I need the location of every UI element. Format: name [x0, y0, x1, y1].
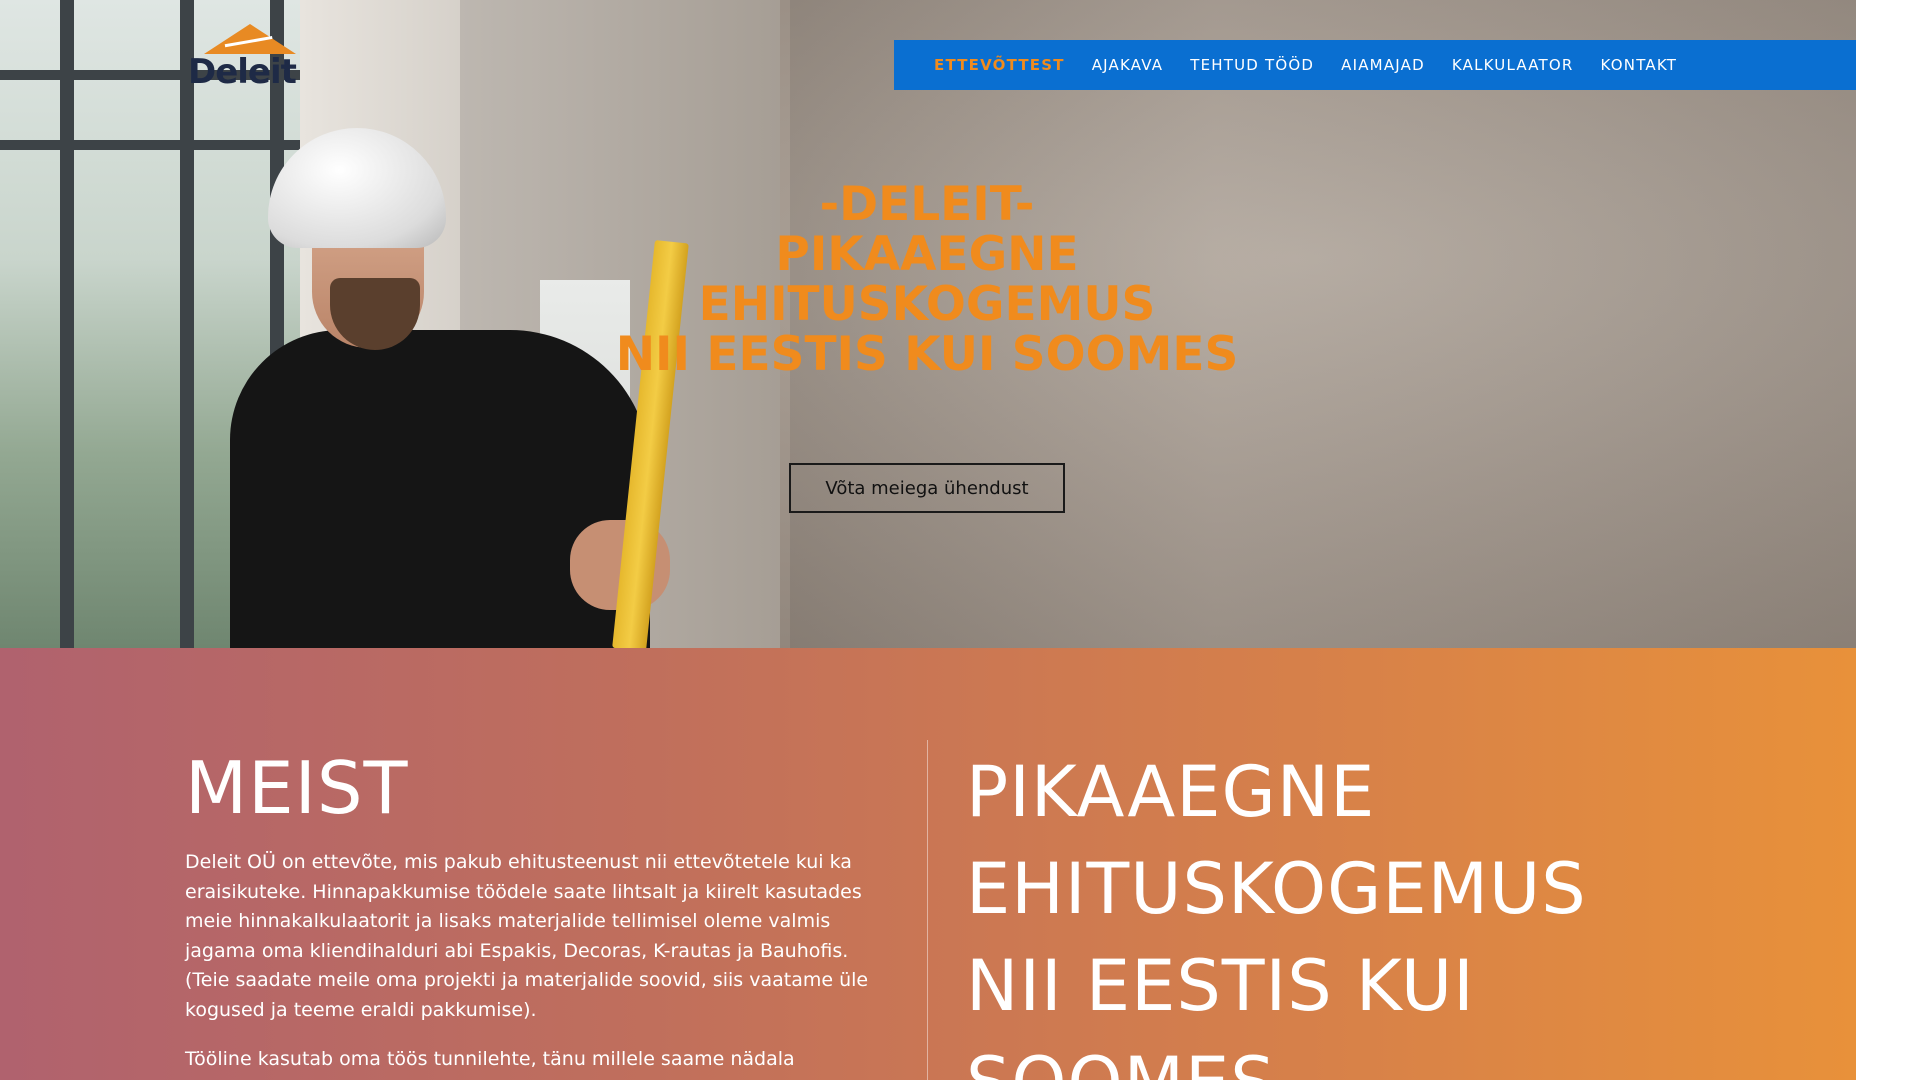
- about-tagline: PIKAAEGNE EHITUSKOGEMUS NII EESTIS KUI S…: [966, 744, 1806, 1080]
- nav-item-kontakt[interactable]: KONTAKT: [1601, 56, 1678, 74]
- section-divider: [927, 740, 928, 1080]
- about-title: MEIST: [185, 746, 409, 830]
- window-frame: [180, 0, 194, 648]
- about-text: Deleit OÜ on ettevõte, mis pakub ehitust…: [185, 848, 885, 1080]
- about-section: MEIST Deleit OÜ on ettevõte, mis pakub e…: [0, 648, 1856, 1080]
- contact-us-button[interactable]: Võta meiega ühendust: [789, 463, 1065, 513]
- nav-item-aiamajad[interactable]: AIAMAJAD: [1341, 56, 1425, 74]
- window-frame: [60, 0, 74, 648]
- hero-heading-line: PIKAAEGNE: [775, 227, 1079, 282]
- window-bar: [0, 140, 300, 150]
- hero-heading-line: NII EESTIS KUI SOOMES: [615, 327, 1239, 382]
- nav-item-ajakava[interactable]: AJAKAVA: [1092, 56, 1164, 74]
- tagline-line: EHITUSKOGEMUS: [966, 848, 1587, 930]
- nav-item-ettevottest[interactable]: ETTEVÕTTEST: [934, 56, 1065, 74]
- site-logo[interactable]: Deleit: [186, 22, 297, 94]
- hero-heading: -DELEIT- PIKAAEGNE EHITUSKOGEMUS NII EES…: [540, 180, 1314, 380]
- nav-item-kalkulaator[interactable]: KALKULAATOR: [1452, 56, 1574, 74]
- logo-wordmark: Deleit: [188, 52, 297, 92]
- page: Deleit ETTEVÕTTEST AJAKAVA TEHTUD TÖÖD A…: [0, 0, 1856, 1080]
- tagline-line: NII EESTIS KUI: [966, 945, 1475, 1027]
- hero-heading-line: -DELEIT-: [819, 177, 1035, 232]
- tagline-line: PIKAAEGNE: [966, 751, 1376, 833]
- tagline-line: SOOMES: [966, 1035, 1806, 1080]
- nav-item-tehtud-tood[interactable]: TEHTUD TÖÖD: [1190, 56, 1314, 74]
- main-nav: ETTEVÕTTEST AJAKAVA TEHTUD TÖÖD AIAMAJAD…: [894, 40, 1856, 90]
- hero-heading-line: EHITUSKOGEMUS: [698, 277, 1156, 332]
- about-paragraph: Deleit OÜ on ettevõte, mis pakub ehitust…: [185, 851, 869, 1021]
- hero-section: Deleit ETTEVÕTTEST AJAKAVA TEHTUD TÖÖD A…: [0, 0, 1856, 648]
- about-paragraph: Tööline kasutab oma töös tunnilehte, tän…: [185, 1048, 795, 1070]
